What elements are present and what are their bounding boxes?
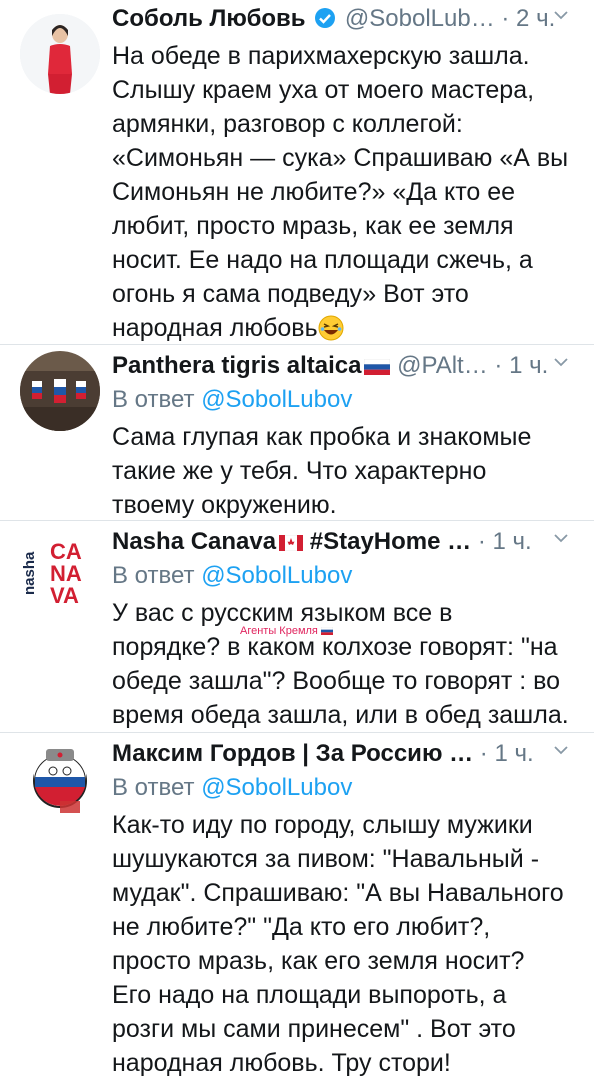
svg-text:VA: VA: [50, 583, 79, 608]
timestamp[interactable]: 1 ч.: [494, 740, 533, 767]
tweet-text-content: На обеде в парихмахерскую зашла. Слышу к…: [112, 42, 569, 342]
reply-context: В ответ @SobolLubov: [112, 559, 580, 593]
canada-flag-icon: [279, 535, 304, 551]
tweet-text: На обеде в парихмахерскую зашла. Слышу к…: [112, 39, 580, 345]
author-name[interactable]: Максим Гордов | За Россию …: [112, 740, 473, 767]
tweet-body: Максим Гордов | За Россию … · 1 ч. В отв…: [112, 737, 580, 1080]
avatar[interactable]: [20, 351, 100, 431]
timestamp[interactable]: 2 ч.: [516, 5, 555, 32]
reply-prefix: В ответ: [112, 386, 195, 413]
author-name-suffix[interactable]: #StayHome …: [310, 528, 471, 555]
avatar-image: nasha CA NA VA: [20, 529, 100, 609]
chevron-down-icon[interactable]: [552, 741, 570, 759]
author-name[interactable]: Panthera tigris altaica: [112, 352, 361, 379]
author-name[interactable]: Nasha Canava: [112, 528, 276, 555]
tweet-text: У вас с русским языком все в порядке? в …: [112, 599, 569, 729]
timestamp[interactable]: 1 ч.: [493, 528, 532, 555]
tweet-3[interactable]: nasha CA NA VA Nasha Canava #StayHome … …: [0, 521, 594, 732]
reply-mention-link[interactable]: @SobolLubov: [201, 386, 352, 413]
avatar-image: [20, 741, 100, 821]
reply-context: В ответ @SobolLubov: [112, 771, 580, 805]
tweet-text: Как-то иду по городу, слышу мужики шушук…: [112, 811, 564, 1077]
chevron-down-icon[interactable]: [552, 529, 570, 547]
timestamp[interactable]: 1 ч.: [509, 352, 548, 379]
tweet-header: Panthera tigris altaica @PAlt… · 1 ч.: [112, 349, 580, 383]
avatar-image: [20, 14, 100, 94]
avatar[interactable]: [20, 14, 100, 94]
reply-prefix: В ответ: [112, 774, 195, 801]
separator-dot: ·: [501, 5, 517, 32]
laughing-emoji-icon: [318, 315, 344, 341]
avatar[interactable]: nasha CA NA VA: [20, 529, 100, 609]
author-handle[interactable]: @SobolLub…: [345, 5, 495, 32]
tweet-header: Nasha Canava #StayHome … · 1 ч.: [112, 525, 580, 559]
reply-context: В ответ @SobolLubov: [112, 383, 580, 417]
verified-badge-icon: [315, 8, 336, 28]
tweet-feed: Соболь Любовь @SobolLub… · 2 ч. На обеде…: [0, 0, 594, 1080]
avatar-image: [20, 351, 100, 431]
svg-text:nasha: nasha: [21, 551, 38, 595]
tweet-text: Сама глупая как пробка и знакомые такие …: [112, 423, 532, 519]
tweet-header: Соболь Любовь @SobolLub… · 2 ч.: [112, 2, 580, 36]
chevron-down-icon[interactable]: [552, 6, 570, 24]
russia-flag-icon: [320, 626, 334, 635]
russia-flag-icon: [364, 359, 391, 375]
separator-dot: ·: [479, 740, 495, 767]
tweet-4[interactable]: Максим Гордов | За Россию … · 1 ч. В отв…: [0, 733, 594, 1080]
separator-dot: ·: [494, 352, 510, 379]
overlay-label-text: Агенты Кремля: [240, 625, 318, 637]
author-handle[interactable]: @PAlt…: [397, 352, 488, 379]
author-name[interactable]: Соболь Любовь: [112, 5, 306, 32]
overlay-label: Агенты Кремля: [240, 625, 334, 637]
tweet-body: Nasha Canava #StayHome … · 1 ч. В ответ …: [112, 525, 580, 732]
reply-mention-link[interactable]: @SobolLubov: [201, 562, 352, 589]
chevron-down-icon[interactable]: [552, 353, 570, 371]
tweet-header: Максим Гордов | За Россию … · 1 ч.: [112, 737, 580, 771]
tweet-2[interactable]: Panthera tigris altaica @PAlt… · 1 ч. В …: [0, 345, 594, 520]
reply-prefix: В ответ: [112, 562, 195, 589]
tweet-body: Panthera tigris altaica @PAlt… · 1 ч. В …: [112, 349, 580, 522]
tweet-1[interactable]: Соболь Любовь @SobolLub… · 2 ч. На обеде…: [0, 0, 594, 345]
reply-mention-link[interactable]: @SobolLubov: [201, 774, 352, 801]
separator-dot: ·: [477, 528, 493, 555]
tweet-body: Соболь Любовь @SobolLub… · 2 ч. На обеде…: [112, 2, 580, 345]
avatar[interactable]: [20, 741, 100, 821]
